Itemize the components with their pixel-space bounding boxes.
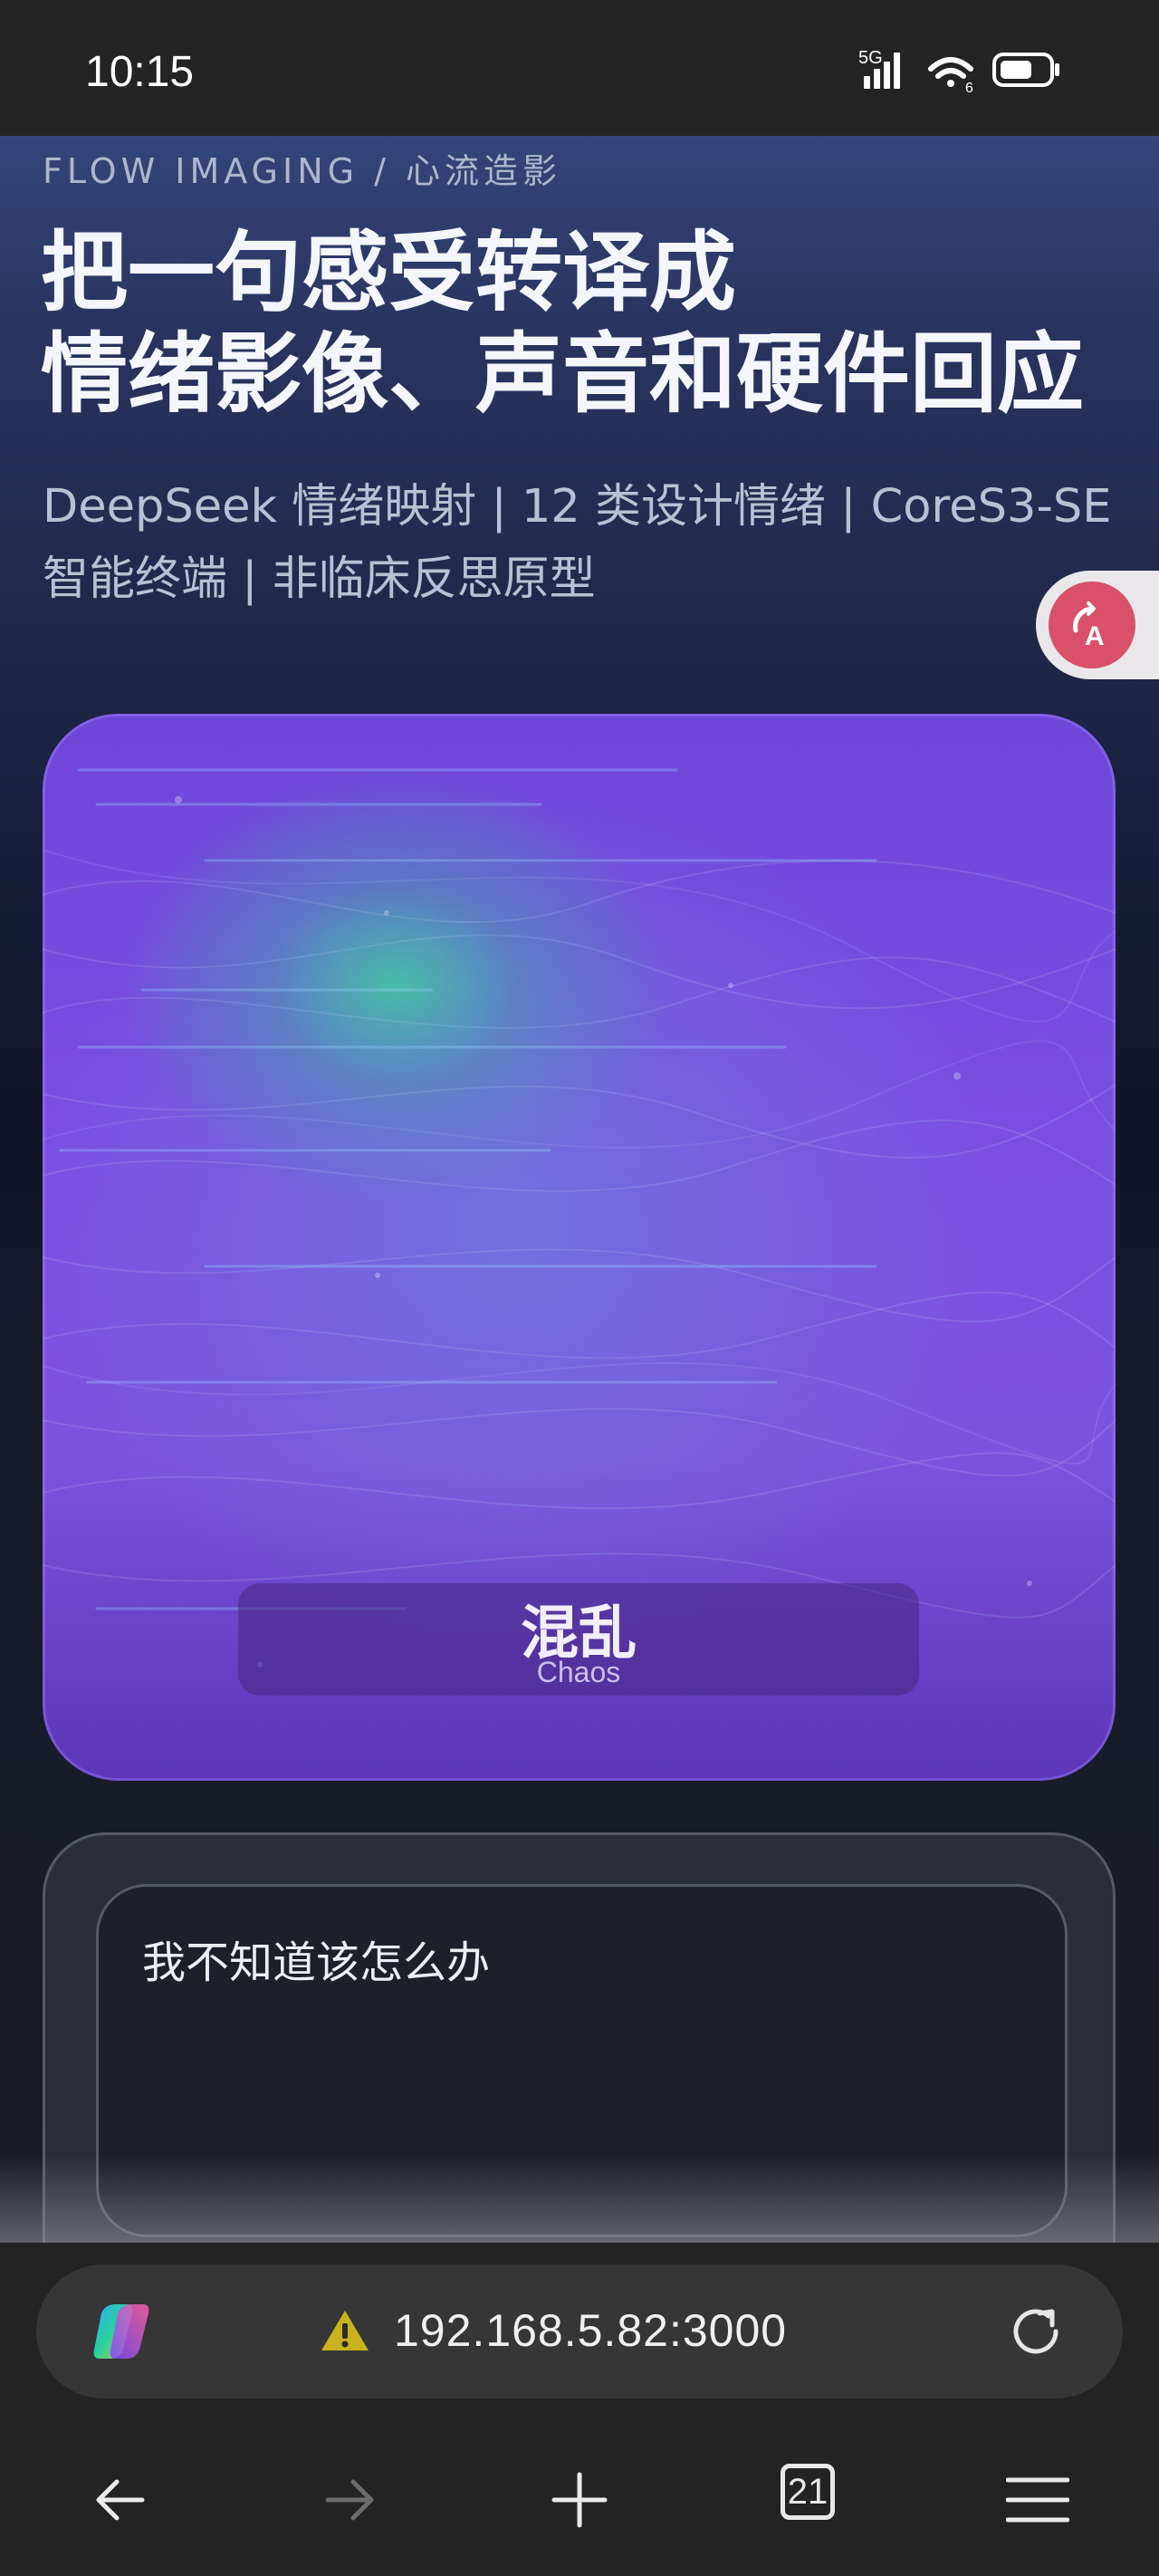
emotion-name-en: Chaos: [536, 1656, 621, 1688]
back-icon[interactable]: [84, 2464, 157, 2536]
emotion-label: 混乱 Chaos: [238, 1583, 919, 1696]
page-title: 把一句感受转译成 情绪影像、声音和硬件回应: [41, 222, 1127, 425]
browser-nav: 21: [0, 2444, 1159, 2552]
forward-icon[interactable]: [313, 2464, 386, 2536]
menu-icon[interactable]: [1001, 2464, 1074, 2536]
feeling-text: 我不知道该怎么办: [142, 1937, 491, 1988]
copilot-icon[interactable]: [87, 2297, 156, 2366]
battery-icon: [992, 53, 1059, 87]
browser-toolbar: 192.168.5.82:3000 21: [0, 2243, 1159, 2576]
status-time: 10:15: [85, 48, 195, 96]
tab-count: 21: [781, 2464, 835, 2520]
svg-text:A: A: [1085, 621, 1105, 651]
wifi-badge: 6: [965, 81, 973, 96]
feeling-textarea[interactable]: 我不知道该怎么办: [96, 1884, 1068, 2237]
status-icons: 5G 6: [858, 45, 1076, 96]
subtitle-line-2: 智能终端 | 非临床反思原型: [43, 553, 596, 606]
address-bar[interactable]: 192.168.5.82:3000: [36, 2264, 1123, 2398]
title-line-1: 把一句感受转译成: [41, 222, 736, 323]
translate-button[interactable]: A: [1036, 571, 1159, 679]
page-content: FLOW IMAGING / 心流造影 把一句感受转译成 情绪影像、声音和硬件回…: [0, 136, 1159, 2243]
translate-icon: A: [1049, 582, 1135, 668]
status-bar: 10:15 5G 6: [0, 0, 1159, 136]
network-type: 5G: [858, 48, 883, 68]
tabs-icon[interactable]: 21: [781, 2464, 853, 2536]
eyebrow-label: FLOW IMAGING / 心流造影: [43, 151, 562, 191]
warning-icon[interactable]: [320, 2308, 370, 2353]
title-line-2: 情绪影像、声音和硬件回应: [41, 323, 1084, 425]
reload-icon[interactable]: [1005, 2301, 1067, 2362]
new-tab-icon[interactable]: [543, 2464, 616, 2536]
feeling-input-card: 我不知道该怎么办: [43, 1832, 1116, 2243]
emotion-visual-card: 混乱 Chaos: [43, 714, 1116, 1781]
page-subtitle: DeepSeek 情绪映射 | 12 类设计情绪 | CoreS3-SE 智能终…: [43, 471, 1129, 616]
subtitle-line-1: DeepSeek 情绪映射 | 12 类设计情绪 | CoreS3-SE: [43, 480, 1112, 533]
url-text[interactable]: 192.168.5.82:3000: [394, 2304, 787, 2357]
